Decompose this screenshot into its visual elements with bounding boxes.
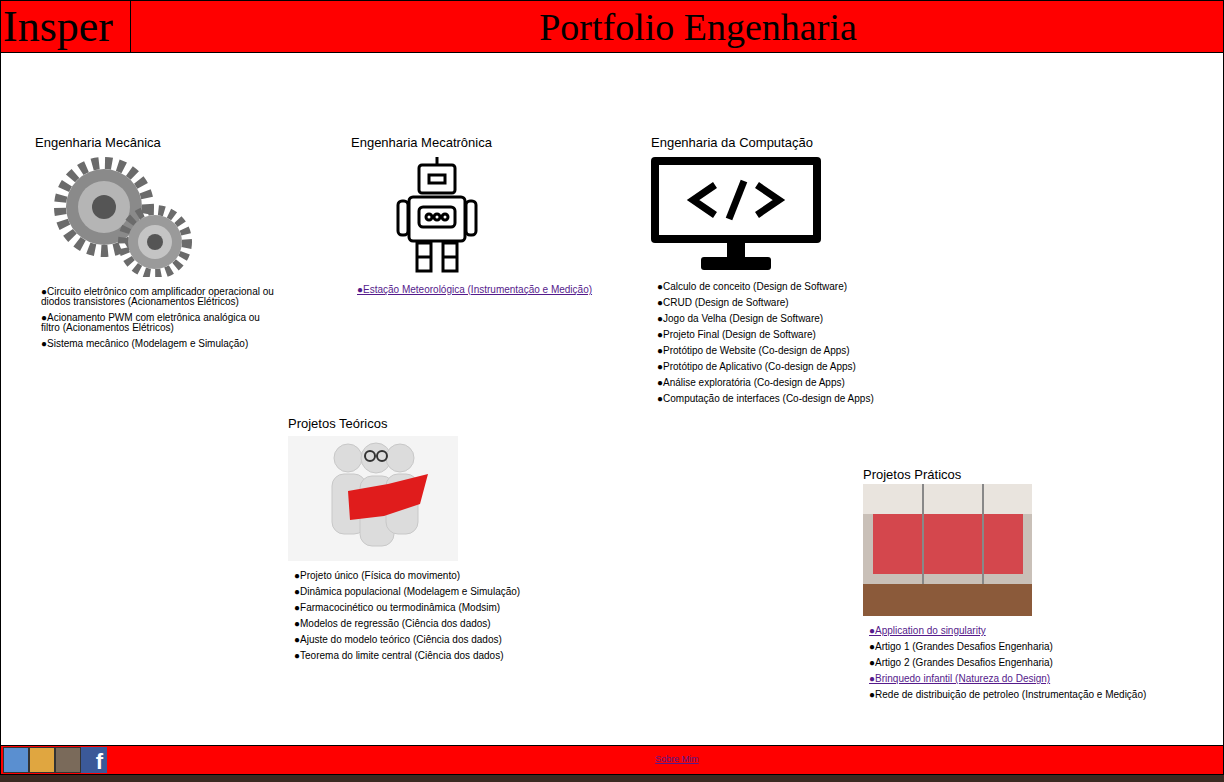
section-row: Engenharia Mecânica ●Circuito eletrônico … [1, 135, 1223, 410]
project-text: ●Farmacocinético ou termodinâmica (Modsi… [294, 602, 500, 613]
project-text: ●Artigo 2 (Grandes Desafios Engenharia) [869, 657, 1053, 668]
project-text: ●Circuito eletrônico com amplificador op… [41, 286, 274, 307]
project-list: ●Calculo de conceito (Design de Software… [657, 282, 957, 410]
project-text: ●Computação de interfaces (Co-design de … [657, 393, 874, 404]
section-row: Projetos Teóricos ●Projeto único (Física … [1, 410, 1223, 706]
project-item: ●Teorema do limite central (Ciência dos … [294, 651, 594, 661]
monitor-icon [651, 157, 821, 272]
fablab-picture [863, 484, 1032, 616]
project-item: ●Estação Meteorológica (Instrumentação e… [357, 285, 637, 295]
project-text: ●CRUD (Design de Software) [657, 297, 789, 308]
project-list: ●Estação Meteorológica (Instrumentação e… [357, 285, 637, 301]
logo: Insper [1, 1, 131, 52]
profile-picture[interactable] [55, 747, 81, 773]
project-text: ●Dinâmica populacional (Modelagem e Simu… [294, 586, 520, 597]
page-title: Portfolio Engenharia [539, 8, 857, 46]
about-link[interactable]: Sobre Mim [655, 753, 699, 767]
section-title: Engenharia Mecatrônica [351, 135, 651, 151]
portfolio-section: Projetos Teóricos ●Projeto único (Física … [288, 416, 588, 667]
project-list: ●Application do singularity ●Artigo 1 (Gr… [869, 626, 1219, 706]
project-item: ●Application do singularity [869, 626, 1219, 636]
project-item: ●Brinquedo infantil (Natureza do Design) [869, 674, 1219, 684]
project-text: ●Sistema mecânico (Modelagem e Simulação… [41, 338, 248, 349]
project-text: ●Protótipo de Website (Co-design de Apps… [657, 345, 850, 356]
project-item: ●Artigo 2 (Grandes Desafios Engenharia) [869, 658, 1219, 668]
readers-picture [288, 436, 458, 561]
project-text: ●Ajuste do modelo teórico (Ciência dos d… [294, 634, 502, 645]
section-title: Engenharia da Computação [651, 135, 991, 151]
project-text: ●Análise exploratória (Co-design de Apps… [657, 377, 845, 388]
project-item: ●Análise exploratória (Co-design de Apps… [657, 378, 957, 388]
social-icons: f [1, 747, 111, 773]
project-link[interactable]: ●Estação Meteorológica (Instrumentação e… [357, 284, 592, 295]
footer: f Sobre Mim [0, 745, 1224, 775]
project-item: ●CRUD (Design de Software) [657, 298, 957, 308]
project-item: ●Computação de interfaces (Co-design de … [657, 394, 957, 404]
project-item: ●Projeto Final (Design de Software) [657, 330, 957, 340]
project-item: ●Jogo da Velha (Design de Software) [657, 314, 957, 324]
project-item: ●Dinâmica populacional (Modelagem e Simu… [294, 587, 594, 597]
project-list: ●Projeto único (Física do movimento) ●Din… [294, 571, 594, 667]
content: Engenharia Mecânica ●Circuito eletrônico … [0, 53, 1224, 745]
project-item: ●Calculo de conceito (Design de Software… [657, 282, 957, 292]
project-list: ●Circuito eletrônico com amplificador op… [41, 287, 281, 355]
section-title: Projetos Práticos [863, 467, 1223, 483]
project-item: ●Modelos de regressão (Ciência dos dados… [294, 619, 594, 629]
project-text: ●Acionamento PWM com eletrônica analógic… [41, 312, 260, 333]
project-item: ●Farmacocinético ou termodinâmica (Modsi… [294, 603, 594, 613]
project-item: ●Circuito eletrônico com amplificador op… [41, 287, 281, 307]
project-text: ●Artigo 1 (Grandes Desafios Engenharia) [869, 641, 1053, 652]
project-item: ●Artigo 1 (Grandes Desafios Engenharia) [869, 642, 1219, 652]
project-text: ●Calculo de conceito (Design de Software… [657, 281, 847, 292]
project-link[interactable]: ●Brinquedo infantil (Natureza do Design) [869, 673, 1050, 684]
logo-text: Insper [3, 5, 113, 49]
portfolio-section: Engenharia Mecânica ●Circuito eletrônico … [35, 135, 351, 355]
project-item: ●Sistema mecânico (Modelagem e Simulação… [41, 339, 281, 349]
project-text: ●Projeto único (Física do movimento) [294, 570, 460, 581]
footer-center: Sobre Mim [111, 753, 1223, 767]
project-text: ●Teorema do limite central (Ciência dos … [294, 650, 503, 661]
facebook-icon[interactable]: f [81, 747, 107, 773]
portfolio-section: Engenharia da Computação ●Calculo de conc… [651, 135, 991, 410]
project-link[interactable]: ●Application do singularity [869, 625, 986, 636]
project-item: ●Protótipo de Aplicativo (Co-design de A… [657, 362, 957, 372]
profile-picture[interactable] [29, 747, 55, 773]
project-text: ●Protótipo de Aplicativo (Co-design de A… [657, 361, 856, 372]
project-item: ●Rede de distribuição de petroleo (Instr… [869, 690, 1219, 700]
title-wrap: Portfolio Engenharia [131, 1, 1223, 52]
project-text: ●Rede de distribuição de petroleo (Instr… [869, 689, 1146, 700]
portfolio-section: Engenharia Mecatrônica ●Estação Meteoroló… [351, 135, 651, 301]
section-title: Engenharia Mecânica [35, 135, 351, 151]
project-text: ●Jogo da Velha (Design de Software) [657, 313, 823, 324]
project-item: ●Ajuste do modelo teórico (Ciência dos d… [294, 635, 594, 645]
profile-picture[interactable] [3, 747, 29, 773]
project-item: ●Acionamento PWM com eletrônica analógic… [41, 313, 281, 333]
project-item: ●Protótipo de Website (Co-design de Apps… [657, 346, 957, 356]
background-strip [0, 775, 1224, 782]
gears-icon [42, 152, 198, 277]
section-title: Projetos Teóricos [288, 416, 588, 432]
portfolio-section: Projetos Práticos ●Application do singula… [863, 467, 1223, 706]
header: Insper Portfolio Engenharia [0, 0, 1224, 53]
project-text: ●Projeto Final (Design de Software) [657, 329, 816, 340]
project-text: ●Modelos de regressão (Ciência dos dados… [294, 618, 491, 629]
project-item: ●Projeto único (Física do movimento) [294, 571, 594, 581]
robot-icon [395, 155, 479, 275]
